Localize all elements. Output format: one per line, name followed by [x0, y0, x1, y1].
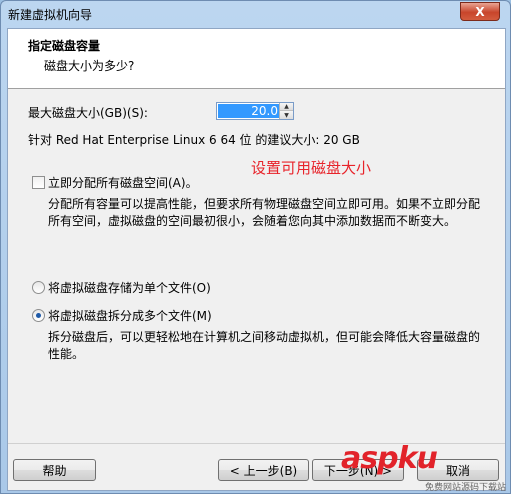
watermark-subtext: 免费网站源码下载站 — [425, 483, 507, 493]
page-title: 指定磁盘容量 — [28, 39, 101, 53]
max-size-label: 最大磁盘大小(GB)(S): — [28, 106, 148, 120]
watermark-logo: aspku — [341, 441, 438, 476]
allocate-description: 分配所有容量可以提高性能，但要求所有物理磁盘空间立即可用。如果不立即分配所有空间… — [48, 197, 481, 228]
disk-size-input[interactable] — [218, 104, 280, 118]
chevron-down-icon: ▼ — [284, 111, 289, 119]
wizard-window: 新建虚拟机向导 X 指定磁盘容量 磁盘大小为多少? 最大磁盘大小(GB)(S):… — [0, 0, 511, 494]
split-files-description: 拆分磁盘后，可以更轻松地在计算机之间移动虚拟机，但可能会降低大容量磁盘的性能。 — [48, 330, 481, 361]
recommended-size-text: 针对 Red Hat Enterprise Linux 6 64 位 的建议大小… — [28, 133, 360, 147]
help-button[interactable]: 帮助 — [13, 459, 96, 481]
disk-size-stepper[interactable]: ▲ ▼ — [216, 102, 294, 120]
page-subtitle: 磁盘大小为多少? — [44, 59, 135, 73]
single-file-radio[interactable] — [32, 281, 45, 294]
split-files-label[interactable]: 将虚拟磁盘拆分成多个文件(M) — [48, 307, 212, 324]
title-bar[interactable]: 新建虚拟机向导 X — [1, 1, 510, 28]
allocate-all-label[interactable]: 立即分配所有磁盘空间(A)。 — [48, 174, 198, 191]
single-file-label[interactable]: 将虚拟磁盘存储为单个文件(O) — [48, 279, 211, 296]
close-icon: X — [475, 4, 485, 19]
chevron-up-icon: ▲ — [284, 103, 289, 110]
stepper-buttons: ▲ ▼ — [279, 103, 293, 119]
radio-selected-dot — [36, 313, 41, 318]
close-button[interactable]: X — [460, 2, 500, 21]
window-title: 新建虚拟机向导 — [8, 8, 93, 22]
wizard-header: 指定磁盘容量 磁盘大小为多少? — [8, 29, 505, 89]
annotation-text: 设置可用磁盘大小 — [251, 159, 372, 177]
stepper-up-button[interactable]: ▲ — [280, 103, 293, 111]
wizard-body: 指定磁盘容量 磁盘大小为多少? 最大磁盘大小(GB)(S): ▲ ▼ 针对 Re… — [7, 28, 506, 491]
back-button[interactable]: < 上一步(B) — [218, 459, 309, 481]
stepper-down-button[interactable]: ▼ — [280, 111, 293, 119]
allocate-all-checkbox[interactable] — [32, 176, 45, 189]
split-files-radio[interactable] — [32, 309, 45, 322]
